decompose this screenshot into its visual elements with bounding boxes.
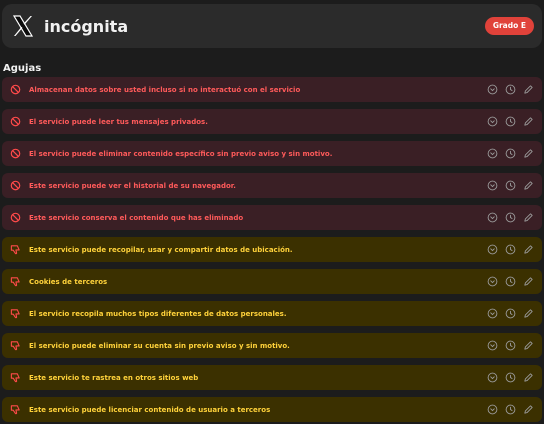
expand-icon[interactable] [487,308,498,319]
point-label: Almacenan datos sobre usted incluso si n… [29,85,301,94]
point-row[interactable]: El servicio puede leer tus mensajes priv… [2,109,542,134]
history-icon[interactable] [505,116,516,127]
row-actions [487,84,534,95]
point-label: Este servicio puede recopilar, usar y co… [29,245,293,254]
expand-icon[interactable] [487,84,498,95]
history-icon[interactable] [505,212,516,223]
point-label: Cookies de terceros [29,277,108,286]
point-row[interactable]: Cookies de terceros [2,269,542,294]
service-name: incógnita [44,16,129,36]
row-actions [487,276,534,287]
edit-icon[interactable] [523,372,534,383]
point-row[interactable]: Este servicio puede recopilar, usar y co… [2,237,542,262]
expand-icon[interactable] [487,212,498,223]
section-title: Agujas [3,63,42,74]
edit-icon[interactable] [523,148,534,159]
thumbs-down-icon [9,308,21,320]
point-row[interactable]: El servicio recopila muchos tipos difere… [2,301,542,326]
history-icon[interactable] [505,372,516,383]
page: incógnita Grado E Agujas Almacenan datos… [0,0,544,424]
expand-icon[interactable] [487,276,498,287]
row-actions [487,244,534,255]
edit-icon[interactable] [523,340,534,351]
point-row[interactable]: Este servicio puede licenciar contenido … [2,397,542,422]
point-label: Este servicio puede ver el historial de … [29,181,236,190]
point-row[interactable]: Este servicio conserva el contenido que … [2,205,542,230]
history-icon[interactable] [505,244,516,255]
expand-icon[interactable] [487,180,498,191]
history-icon[interactable] [505,84,516,95]
thumbs-down-icon [9,276,21,288]
point-row[interactable]: El servicio puede eliminar contenido esp… [2,141,542,166]
edit-icon[interactable] [523,212,534,223]
edit-icon[interactable] [523,276,534,287]
row-actions [487,404,534,415]
point-label: Este servicio conserva el contenido que … [29,213,244,222]
edit-icon[interactable] [523,84,534,95]
edit-icon[interactable] [523,308,534,319]
blocked-icon [9,212,21,224]
history-icon[interactable] [505,404,516,415]
points-list: Almacenan datos sobre usted incluso si n… [2,77,542,422]
point-label: Este servicio te rastrea en otros sitios… [29,373,199,382]
history-icon[interactable] [505,340,516,351]
grade-badge[interactable]: Grado E [484,17,534,35]
point-label: El servicio puede eliminar su cuenta sin… [29,341,290,350]
x-logo-icon [10,12,36,40]
expand-icon[interactable] [487,340,498,351]
expand-icon[interactable] [487,404,498,415]
thumbs-down-icon [9,372,21,384]
point-label: El servicio recopila muchos tipos difere… [29,309,287,318]
row-actions [487,212,534,223]
point-row[interactable]: Almacenan datos sobre usted incluso si n… [2,77,542,102]
row-actions [487,308,534,319]
row-actions [487,372,534,383]
history-icon[interactable] [505,308,516,319]
service-header: incógnita Grado E [2,4,542,48]
edit-icon[interactable] [523,116,534,127]
thumbs-down-icon [9,244,21,256]
thumbs-down-icon [9,340,21,352]
blocked-icon [9,148,21,160]
expand-icon[interactable] [487,372,498,383]
point-row[interactable]: Este servicio puede ver el historial de … [2,173,542,198]
point-row[interactable]: El servicio puede eliminar su cuenta sin… [2,333,542,358]
edit-icon[interactable] [523,404,534,415]
expand-icon[interactable] [487,244,498,255]
point-row[interactable]: Este servicio te rastrea en otros sitios… [2,365,542,390]
expand-icon[interactable] [487,148,498,159]
point-label: El servicio puede eliminar contenido esp… [29,149,333,158]
edit-icon[interactable] [523,244,534,255]
row-actions [487,340,534,351]
history-icon[interactable] [505,180,516,191]
point-label: Este servicio puede licenciar contenido … [29,405,271,414]
blocked-icon [9,180,21,192]
blocked-icon [9,84,21,96]
point-label: El servicio puede leer tus mensajes priv… [29,117,208,126]
row-actions [487,180,534,191]
history-icon[interactable] [505,276,516,287]
row-actions [487,148,534,159]
thumbs-down-icon [9,404,21,416]
history-icon[interactable] [505,148,516,159]
blocked-icon [9,116,21,128]
expand-icon[interactable] [487,116,498,127]
edit-icon[interactable] [523,180,534,191]
row-actions [487,116,534,127]
